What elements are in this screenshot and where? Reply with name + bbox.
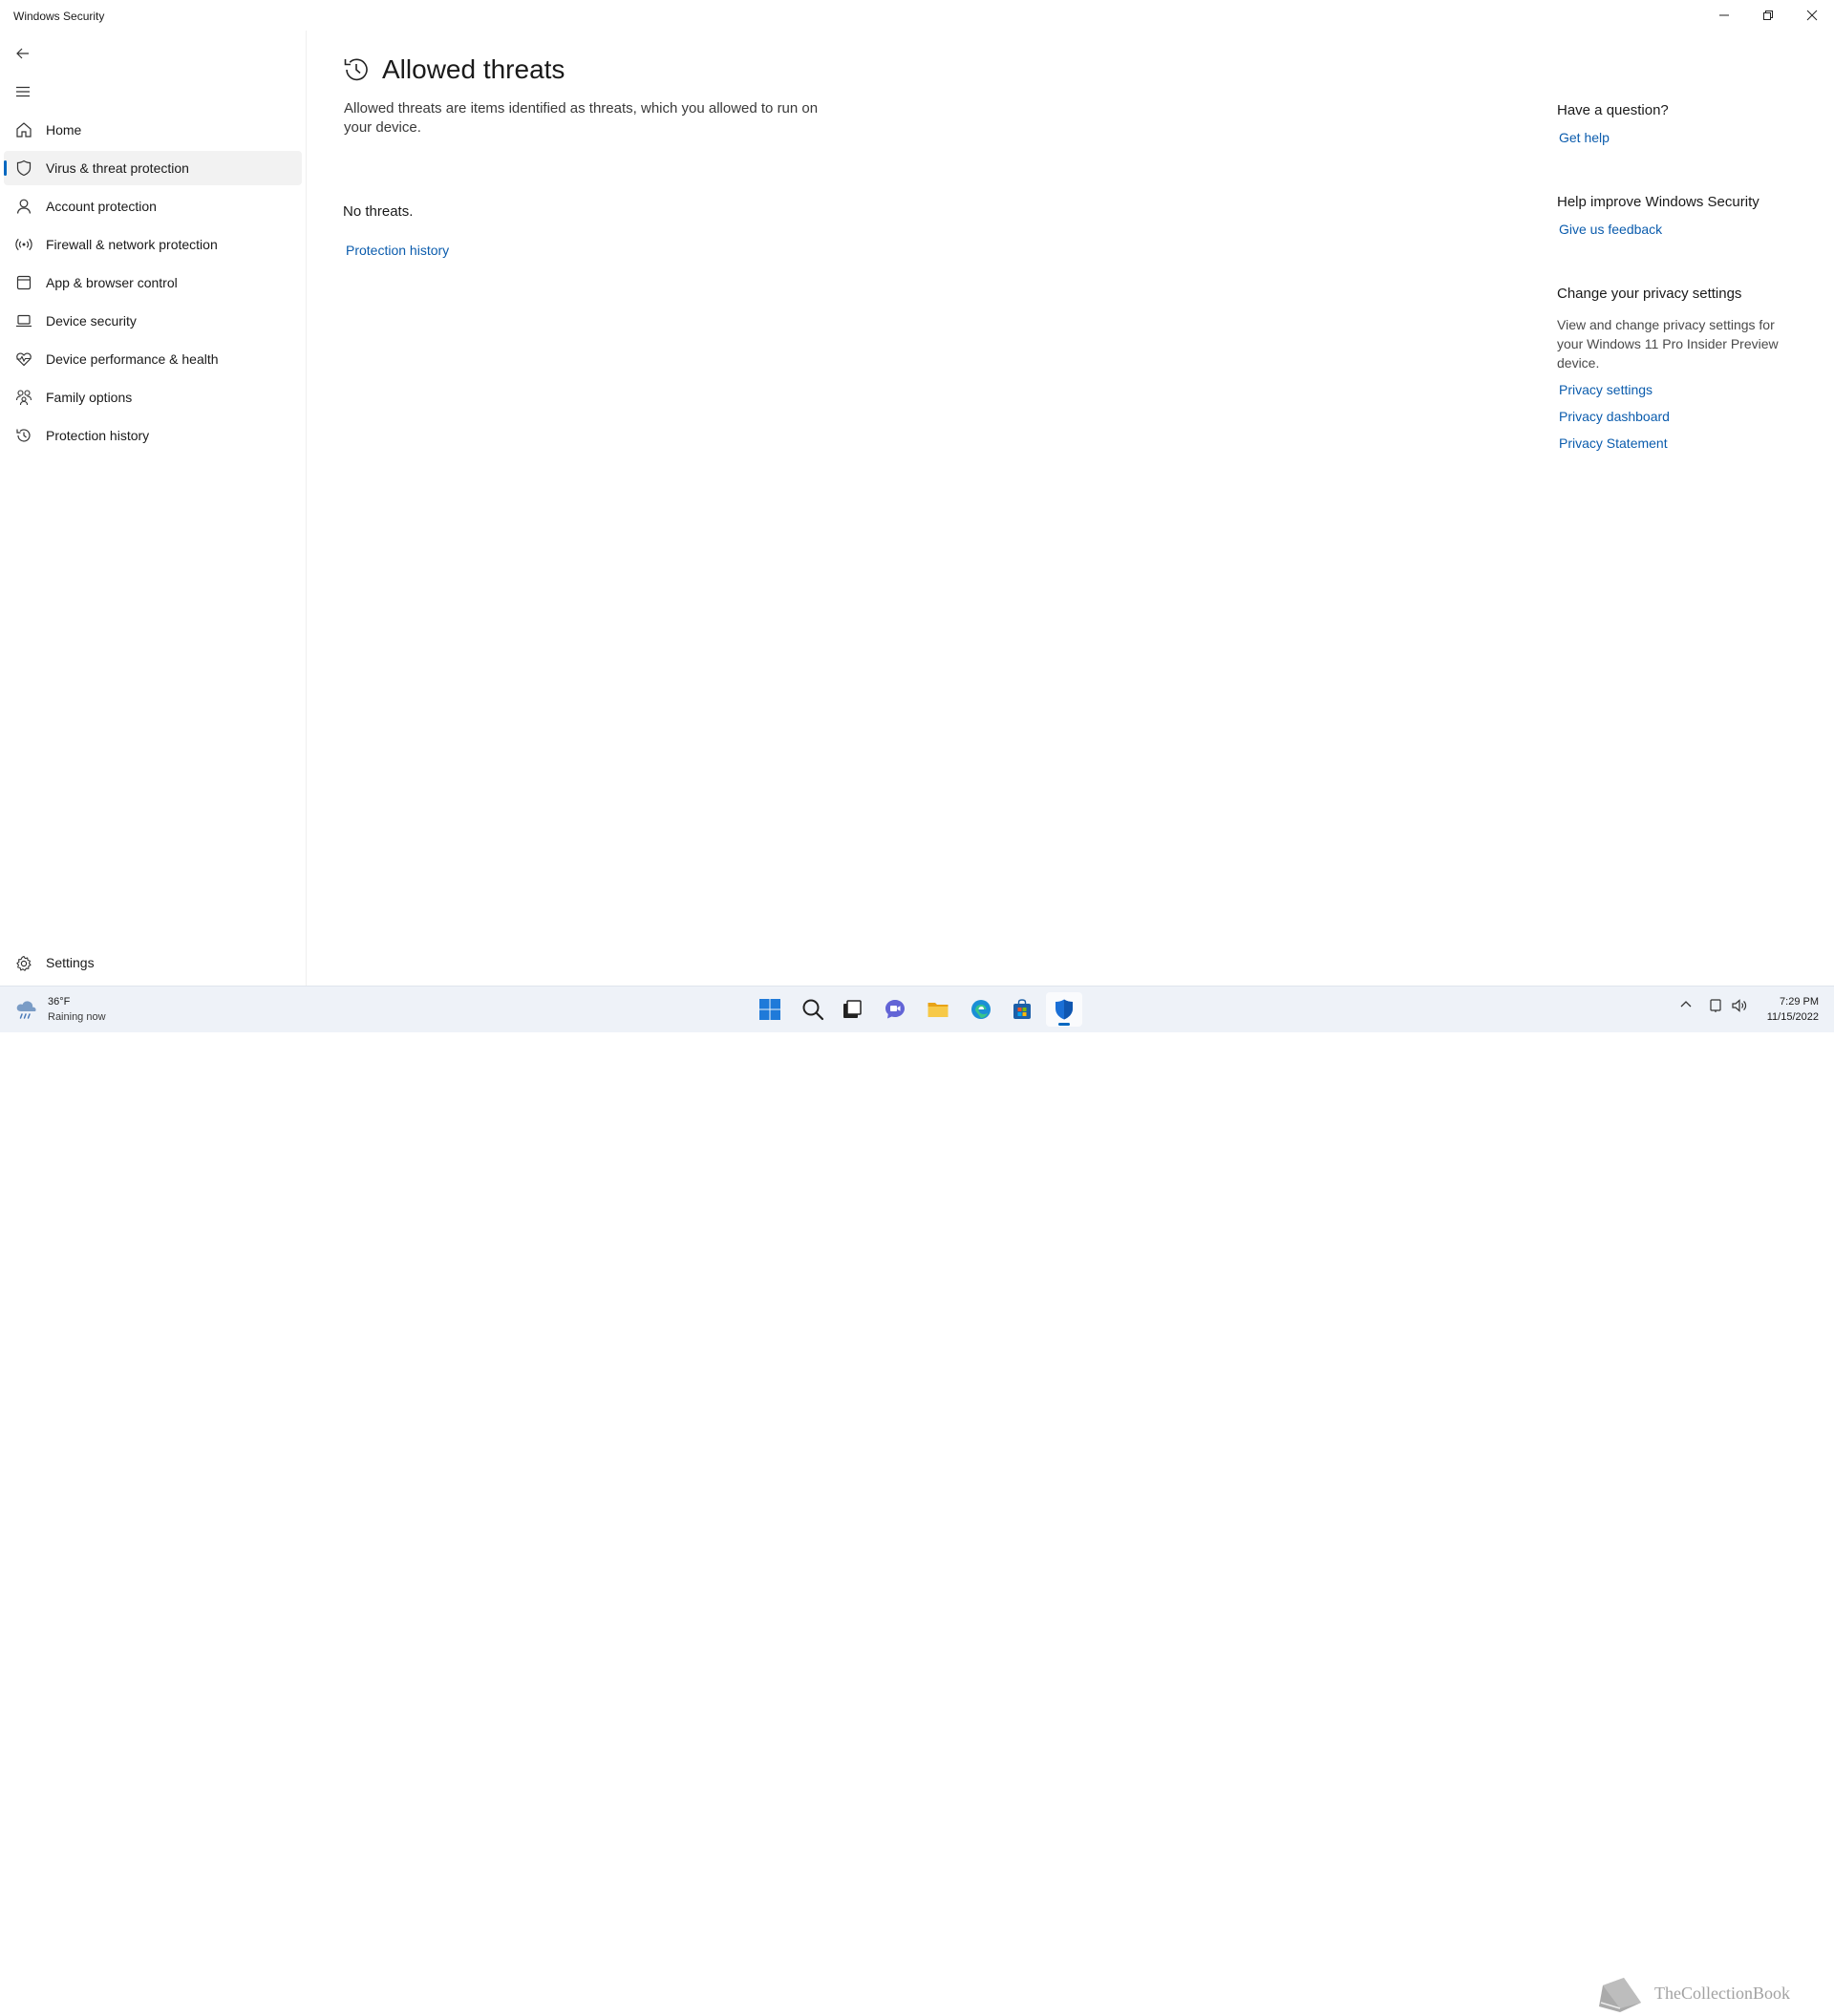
start-button[interactable] [752,992,788,1027]
volume-icon [1732,999,1747,1012]
volume-tray-button[interactable] [1731,998,1748,1013]
laptop-icon [16,314,32,328]
sidebar-item-account-protection[interactable]: Account protection [4,189,302,223]
have-question-heading: Have a question? [1557,102,1669,118]
page-description: Allowed threats are items identified as … [344,100,819,136]
sidebar-item-label: Virus & threat protection [46,160,189,176]
active-app-indicator [1058,1023,1070,1026]
taskbar: 36°F Raining now TheCollectionBook 7:29 … [0,986,1834,2012]
hamburger-menu-icon [16,86,30,97]
close-icon [1806,10,1818,21]
show-hidden-icons-button[interactable] [1679,998,1693,1011]
sidebar-item-label: Firewall & network protection [46,237,218,252]
edge-browser-button[interactable] [963,992,999,1027]
network-icon [1710,999,1721,1012]
hamburger-menu-button[interactable] [10,78,36,105]
clock-time: 7:29 PM [1780,996,1819,1008]
history-icon [16,429,31,442]
restore-button[interactable] [1746,0,1790,31]
gear-icon [16,955,32,971]
windows-security-icon [1056,999,1073,1020]
file-explorer-icon [928,1003,949,1017]
back-button[interactable] [10,40,36,67]
give-feedback-link[interactable]: Give us feedback [1559,222,1662,237]
store-button[interactable] [1004,992,1040,1027]
sidebar-item-firewall-network-protection[interactable]: Firewall & network protection [4,227,302,262]
sidebar-item-settings[interactable]: Settings [4,949,302,978]
weather-widget[interactable]: 36°F Raining now [13,994,147,1027]
home-icon [16,122,32,138]
privacy-statement-link[interactable]: Privacy Statement [1559,435,1668,451]
close-button[interactable] [1790,0,1834,31]
sidebar-item-label: Account protection [46,199,157,214]
sidebar-item-protection-history[interactable]: Protection history [4,418,302,453]
heart-pulse-icon [16,352,32,367]
minimize-button[interactable] [1702,0,1746,31]
sidebar-item-family-options[interactable]: Family options [4,380,302,414]
privacy-dashboard-link[interactable]: Privacy dashboard [1559,409,1670,424]
edge-icon [971,1000,991,1019]
sidebar-item-virus-threat-protection[interactable]: Virus & threat protection [4,151,302,185]
search-icon [802,999,824,1021]
privacy-heading: Change your privacy settings [1557,286,1742,302]
network-tray-button[interactable] [1708,998,1723,1013]
task-view-button[interactable] [834,992,870,1027]
sidebar-item-device-security[interactable]: Device security [4,304,302,338]
sidebar-item-app-browser-control[interactable]: App & browser control [4,265,302,300]
watermark: TheCollectionBook [1593,1974,1823,2016]
chevron-up-icon [1680,1001,1692,1008]
weather-description: Raining now [48,1011,106,1023]
protection-history-link[interactable]: Protection history [346,243,449,258]
sidebar-divider [306,31,307,986]
sidebar-item-home[interactable]: Home [4,113,302,147]
get-help-link[interactable]: Get help [1559,130,1610,145]
family-icon [15,390,32,406]
chat-icon [885,1000,905,1019]
active-indicator [4,160,7,176]
store-icon [1013,999,1031,1019]
help-improve-heading: Help improve Windows Security [1557,194,1759,210]
weather-temperature: 36°F [48,996,71,1008]
person-icon [16,199,32,214]
clock-date: 11/15/2022 [1766,1011,1819,1023]
task-view-icon [843,1000,862,1018]
watermark-text: TheCollectionBook [1654,1984,1790,2003]
windows-security-taskbar-button[interactable] [1046,992,1082,1027]
settings-label: Settings [46,955,95,970]
sidebar-item-label: Device performance & health [46,351,219,367]
history-icon [344,58,368,81]
file-explorer-button[interactable] [920,992,956,1027]
privacy-description: View and change privacy settings for you… [1557,317,1779,371]
page-title: Allowed threats [382,54,565,84]
minimize-icon [1719,14,1729,16]
threats-status: No threats. [343,203,414,220]
shield-icon [16,159,32,177]
sidebar-item-label: App & browser control [46,275,178,290]
book-icon [1599,1978,1641,2012]
sidebar-item-label: Device security [46,313,137,329]
sidebar-item-label: Family options [46,390,133,405]
restore-icon [1763,11,1773,20]
taskbar-clock[interactable]: 7:29 PM 11/15/2022 [1767,994,1819,1025]
sidebar-item-label: Home [46,122,82,138]
sidebar-item-label: Protection history [46,428,150,443]
window-title: Windows Security [13,10,105,23]
start-icon [759,999,780,1020]
app-window-icon [16,275,32,290]
sidebar-item-device-performance-health[interactable]: Device performance & health [4,342,302,376]
sidebar: Home Virus & threat protection Account p… [0,31,306,986]
privacy-settings-link[interactable]: Privacy settings [1559,382,1653,397]
title-bar: Windows Security [0,0,1834,31]
wifi-antenna-icon [15,238,32,251]
taskbar-search-button[interactable] [795,992,831,1027]
back-arrow-icon [16,48,29,59]
chat-button[interactable] [877,992,913,1027]
rain-cloud-icon [16,1001,36,1019]
